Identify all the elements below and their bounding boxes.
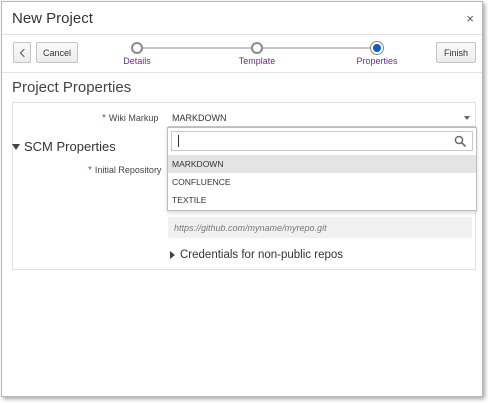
close-icon[interactable]: × xyxy=(466,12,474,25)
chevron-left-icon xyxy=(19,48,28,57)
dropdown-option-markdown[interactable]: MARKDOWN xyxy=(168,155,476,173)
dropdown-option-textile[interactable]: TEXTILE xyxy=(168,191,476,209)
finish-button[interactable]: Finish xyxy=(436,42,476,63)
train-connector xyxy=(137,47,257,49)
required-marker: * xyxy=(88,165,92,176)
scm-section-label: SCM Properties xyxy=(24,139,116,154)
wiki-markup-value: MARKDOWN xyxy=(172,113,227,123)
disclosure-collapsed-icon xyxy=(170,251,175,259)
train-step-details-dot[interactable] xyxy=(131,42,143,54)
train-step-properties[interactable]: Properties xyxy=(356,56,397,66)
wiki-markup-label-text: Wiki Markup xyxy=(108,113,159,123)
wizard-train: Cancel Details Template Properties Finis… xyxy=(2,35,482,73)
initial-repo-label-text: Initial Repository xyxy=(94,165,162,175)
dropdown-search-input[interactable] xyxy=(171,131,473,151)
back-button[interactable] xyxy=(13,42,31,63)
new-project-dialog: New Project × Cancel Details Template Pr… xyxy=(1,1,483,397)
repo-url-field[interactable]: https://github.com/myname/myrepo.git xyxy=(168,217,472,238)
disclosure-expanded-icon xyxy=(12,143,20,150)
credentials-label: Credentials for non-public repos xyxy=(180,249,344,261)
required-marker: * xyxy=(102,113,106,124)
cancel-button[interactable]: Cancel xyxy=(36,42,78,63)
wiki-markup-label: * Wiki Markup xyxy=(102,113,158,124)
dialog-titlebar: New Project × xyxy=(2,2,482,35)
scm-section-toggle[interactable]: SCM Properties xyxy=(12,139,116,154)
dropdown-option-confluence[interactable]: CONFLUENCE xyxy=(168,173,476,191)
train-step-template-dot[interactable] xyxy=(251,42,263,54)
wiki-markup-dropdown: MARKDOWN CONFLUENCE TEXTILE xyxy=(167,127,477,211)
caret-down-icon xyxy=(464,116,470,120)
text-cursor xyxy=(178,135,179,147)
train-step-properties-dot[interactable] xyxy=(371,42,383,54)
initial-repo-label: * Initial Repository xyxy=(88,165,161,176)
train-step-details[interactable]: Details xyxy=(123,56,151,66)
wiki-markup-select[interactable]: MARKDOWN xyxy=(168,108,476,127)
train-step-template[interactable]: Template xyxy=(239,56,276,66)
train-connector xyxy=(257,47,377,49)
search-icon xyxy=(454,135,466,147)
dialog-title: New Project xyxy=(12,10,93,27)
credentials-toggle[interactable]: Credentials for non-public repos xyxy=(170,249,343,261)
page-title: Project Properties xyxy=(12,79,132,96)
